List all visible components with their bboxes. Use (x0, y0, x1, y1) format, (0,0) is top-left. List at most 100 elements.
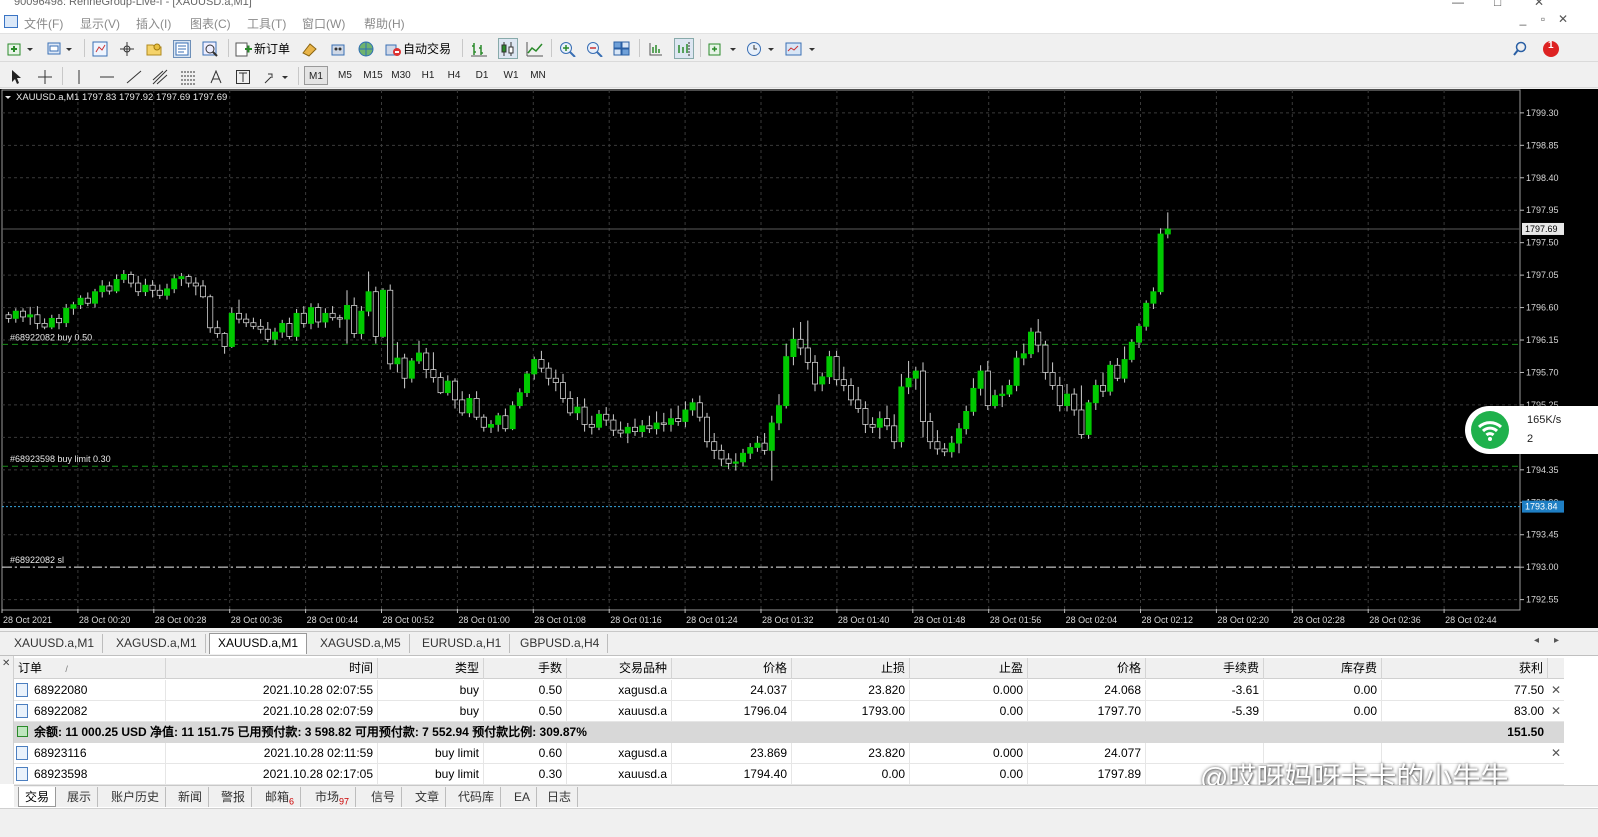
chart-tab-2[interactable]: XAGUSD.a,M1 (108, 634, 206, 653)
col-profit[interactable]: 获利 (1382, 658, 1548, 679)
crosshair-tool[interactable] (37, 66, 53, 87)
cursor-tool[interactable] (10, 66, 24, 87)
maximize-button[interactable]: □ (1494, 0, 1501, 9)
menu-view[interactable]: 显示(V) (80, 15, 120, 32)
menu-charts[interactable]: 图表(C) (190, 15, 231, 32)
col-commission[interactable]: 手续费 (1146, 658, 1264, 679)
col-time[interactable]: 时间 (166, 658, 378, 679)
tab-scroll-left-icon[interactable]: ◂ (1534, 635, 1539, 646)
menu-tools[interactable]: 工具(T) (247, 15, 286, 32)
col-price[interactable]: 价格 (672, 658, 792, 679)
menu-file[interactable]: 文件(F) (24, 15, 63, 32)
experts-button[interactable] (329, 38, 347, 59)
indicators-button[interactable] (708, 38, 738, 59)
tab-journal[interactable]: 日志 (541, 787, 579, 807)
timeframe-m5[interactable]: M5 (333, 66, 357, 85)
table-row[interactable]: 68922080 2021.10.28 02:07:55 buy 0.50 xa… (14, 680, 1564, 701)
col-symbol[interactable]: 交易品种 (567, 658, 672, 679)
col-lots[interactable]: 手数 (484, 658, 567, 679)
tab-alerts[interactable]: 警报 (215, 787, 253, 807)
cancel-order-icon[interactable]: ✕ (1548, 743, 1564, 764)
tab-market[interactable]: 市场97 (309, 787, 357, 807)
new-order-button[interactable]: 新订单 (235, 38, 290, 59)
tab-scroll-right-icon[interactable]: ▸ (1554, 635, 1559, 646)
order-tp[interactable]: 0.00 (910, 764, 1028, 785)
timeframe-h1[interactable]: H1 (417, 66, 439, 85)
order-sl[interactable]: 23.820 (792, 743, 910, 764)
tab-articles[interactable]: 文章 (409, 787, 447, 807)
order-sl[interactable]: 23.820 (792, 680, 910, 701)
arrows-tool[interactable] (263, 66, 289, 87)
chart-tab-1[interactable]: XAUUSD.a,M1 (6, 634, 104, 653)
horizontal-line-tool[interactable] (99, 66, 115, 87)
periods-button[interactable] (746, 38, 776, 59)
profiles-button[interactable] (46, 38, 74, 59)
menu-help[interactable]: 帮助(H) (364, 15, 405, 32)
child-restore-button[interactable]: ▫ (1533, 12, 1553, 30)
terminal-handle[interactable]: ✕ (0, 656, 14, 784)
col-current-price[interactable]: 价格 (1028, 658, 1146, 679)
child-close-button[interactable]: ✕ (1553, 12, 1573, 30)
community-button[interactable] (357, 38, 375, 59)
metaeditor-button[interactable] (301, 38, 319, 59)
close-order-icon[interactable]: ✕ (1548, 701, 1564, 722)
text-tool[interactable] (210, 66, 222, 87)
text-label-tool[interactable] (236, 66, 250, 87)
candlestick-button[interactable] (498, 38, 518, 59)
terminal-close-icon[interactable]: ✕ (2, 658, 10, 669)
chart-canvas[interactable]: 1799.30 1798.85 1798.40 1797.95 1797.50 1797.… (0, 89, 1598, 628)
chart-tab-3[interactable]: XAUUSD.a,M1 (209, 633, 308, 654)
tab-trade[interactable]: 交易 (18, 787, 57, 807)
timeframe-m30[interactable]: M30 (388, 66, 414, 85)
line-chart-button[interactable] (526, 38, 544, 59)
col-swap[interactable]: 库存费 (1264, 658, 1382, 679)
order-sl[interactable]: 1793.00 (792, 701, 910, 722)
col-type[interactable]: 类型 (378, 658, 484, 679)
chart-tab-4[interactable]: XAGUSD.a,M5 (312, 634, 410, 653)
menu-window[interactable]: 窗口(W) (302, 15, 345, 32)
tab-mailbox[interactable]: 邮箱6 (259, 787, 302, 807)
col-sl[interactable]: 止损 (792, 658, 910, 679)
close-order-icon[interactable]: ✕ (1548, 680, 1564, 701)
order-sl[interactable]: 0.00 (792, 764, 910, 785)
tab-exposure[interactable]: 展示 (61, 787, 99, 807)
bar-chart-button[interactable] (470, 38, 488, 59)
fibonacci-tool[interactable] (180, 66, 196, 87)
timeframe-w1[interactable]: W1 (499, 66, 523, 85)
tab-news[interactable]: 新闻 (172, 787, 210, 807)
col-order[interactable]: 订单 / (14, 658, 166, 679)
col-tp[interactable]: 止盈 (910, 658, 1028, 679)
minimize-button[interactable]: — (1452, 0, 1464, 9)
terminal-button[interactable] (173, 38, 191, 59)
tile-windows-button[interactable] (613, 38, 631, 59)
tab-code-base[interactable]: 代码库 (452, 787, 502, 807)
tab-signals[interactable]: 信号 (365, 787, 403, 807)
tab-account-history[interactable]: 账户历史 (105, 787, 167, 807)
market-watch-button[interactable] (92, 38, 108, 59)
navigator-button[interactable] (145, 38, 163, 59)
timeframe-d1[interactable]: D1 (471, 66, 493, 85)
data-window-button[interactable] (119, 38, 135, 59)
child-minimize-button[interactable]: _ (1513, 12, 1533, 30)
notifications-button[interactable]: 1 (1542, 38, 1560, 59)
chart-shift-button[interactable] (647, 38, 665, 59)
order-tp[interactable]: 0.00 (910, 701, 1028, 722)
auto-scroll-button[interactable] (674, 38, 694, 59)
tab-experts[interactable]: EA (508, 787, 538, 807)
auto-trading-button[interactable]: 自动交易 (384, 38, 451, 59)
chart-tab-5[interactable]: EURUSD.a,H1 (414, 634, 511, 653)
order-tp[interactable]: 0.000 (910, 680, 1028, 701)
timeframe-h4[interactable]: H4 (443, 66, 465, 85)
network-speed-widget[interactable]: 165K/s 2 (1465, 406, 1598, 454)
zoom-in-button[interactable] (559, 38, 577, 59)
new-chart-button[interactable] (7, 38, 35, 59)
strategy-tester-button[interactable] (202, 38, 218, 59)
timeframe-m1[interactable]: M1 (304, 66, 328, 85)
vertical-line-tool[interactable] (73, 66, 85, 87)
channel-tool[interactable] (152, 66, 168, 87)
price-chart[interactable]: 1799.30 1798.85 1798.40 1797.95 1797.50 1797.… (0, 89, 1598, 628)
close-button[interactable]: ✕ (1534, 0, 1544, 9)
menu-insert[interactable]: 插入(I) (136, 15, 171, 32)
chart-tab-6[interactable]: GBPUSD.a,H4 (512, 634, 609, 653)
trendline-tool[interactable] (126, 66, 142, 87)
